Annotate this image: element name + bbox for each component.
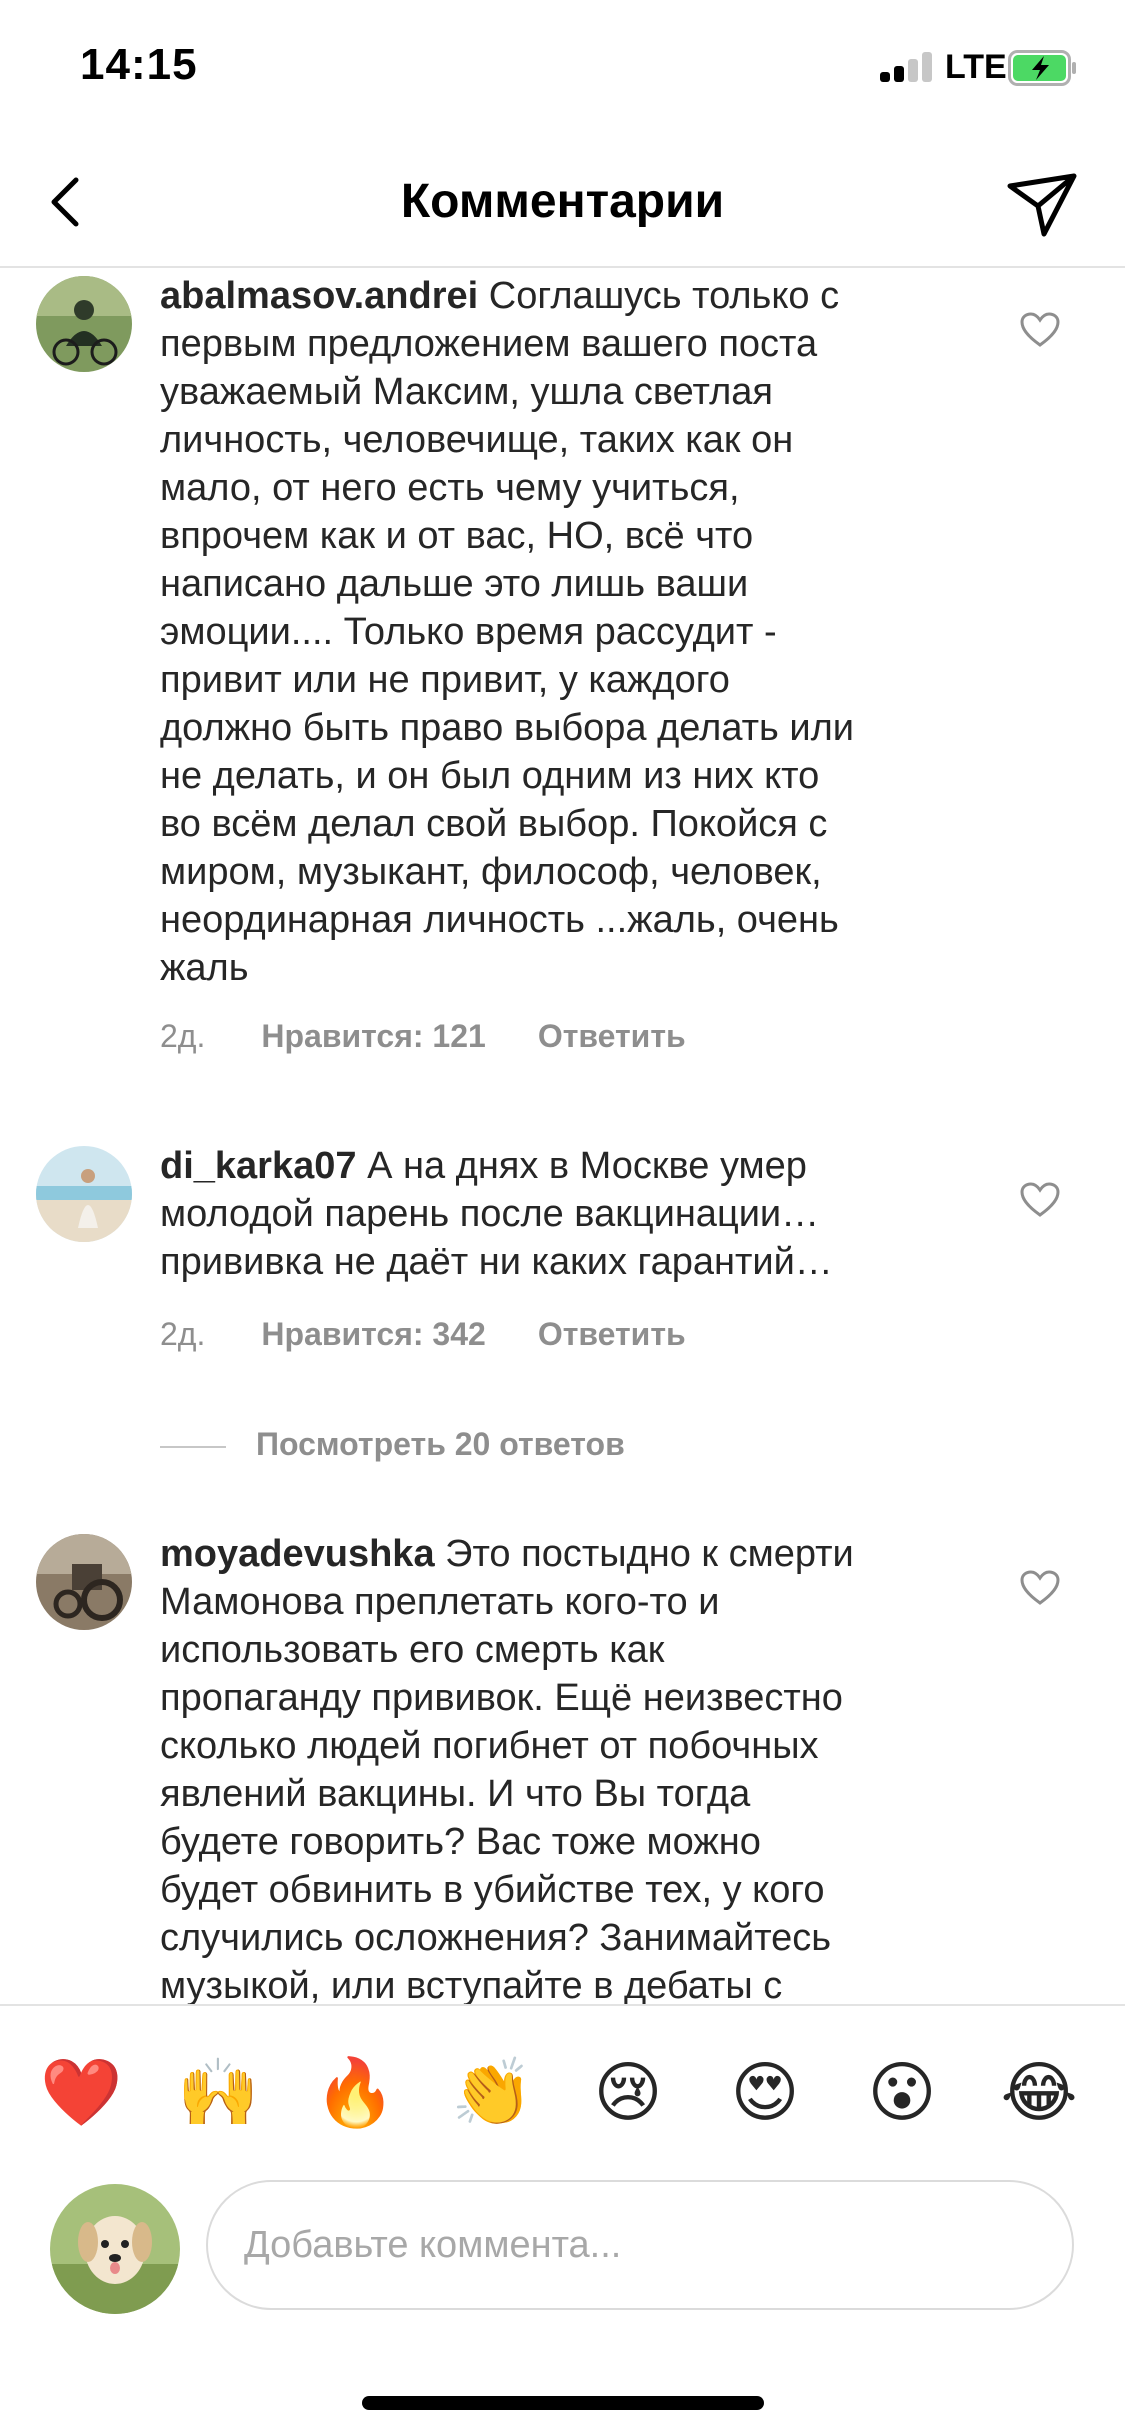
avatar-photo-tractor	[36, 1534, 132, 1630]
emoji-crying-face[interactable]: 😢	[588, 2052, 668, 2132]
comment-likes[interactable]: Нравится: 121	[261, 1018, 485, 1054]
comment-text: abalmasov.andrei Соглашусь только с перв…	[160, 272, 965, 992]
status-bar: 14:15 LTE	[0, 0, 1125, 140]
avatar-photo-puppy	[50, 2184, 180, 2314]
current-user-avatar	[50, 2184, 180, 2314]
home-indicator[interactable]	[362, 2396, 764, 2410]
comment-likes[interactable]: Нравится: 342	[261, 1316, 485, 1352]
signal-strength-icon	[880, 52, 936, 82]
heart-icon[interactable]	[1020, 1570, 1060, 1606]
comments-list: abalmasov.andrei Соглашусь только с перв…	[0, 266, 1125, 2004]
avatar-photo-beach	[36, 1146, 132, 1242]
comment-text: di_karka07 А на днях в Москве умер молод…	[160, 1142, 965, 1286]
emoji-heart[interactable]: ❤️	[40, 2052, 122, 2132]
comment-time: 2д.	[160, 1018, 206, 1054]
emoji-raised-hands[interactable]: 🙌	[177, 2052, 259, 2132]
comment-username[interactable]: di_karka07	[160, 1145, 357, 1187]
heart-icon[interactable]	[1020, 1182, 1060, 1218]
page-title: Комментарии	[400, 175, 725, 228]
comment-message: Соглашусь только с первым предложением в…	[160, 275, 855, 989]
paper-plane-icon[interactable]	[1000, 162, 1084, 246]
comment-meta: 2д. Нравится: 121 Ответить	[160, 1018, 686, 1055]
comment-message: Это постыдно к смерти Мамонова преплетат…	[160, 1533, 854, 2004]
emoji-tears-of-joy[interactable]: 😂	[999, 2052, 1079, 2132]
emoji-heart-eyes[interactable]: 😍	[725, 2052, 805, 2132]
emoji-reaction-bar: ❤️ 🙌 🔥 👏 😢 😍 😮 😂	[0, 2004, 1125, 2176]
view-replies-label: Посмотреть 20 ответов	[256, 1426, 625, 1462]
replies-divider	[160, 1445, 226, 1448]
avatar[interactable]	[36, 1534, 132, 1630]
reply-button[interactable]: Ответить	[538, 1018, 686, 1054]
avatar-photo-cyclist	[36, 276, 132, 372]
comment-composer	[0, 2174, 1125, 2324]
network-type: LTE	[945, 48, 1007, 86]
comment-text: moyadevushka Это постыдно к смерти Мамон…	[160, 1530, 965, 2004]
battery-charging-icon	[1008, 50, 1076, 86]
heart-icon[interactable]	[1020, 312, 1060, 348]
comment-meta: 2д. Нравится: 342 Ответить	[160, 1316, 686, 1353]
comment-time: 2д.	[160, 1316, 206, 1352]
comments-header: Комментарии	[0, 140, 1125, 268]
emoji-fire[interactable]: 🔥	[314, 2052, 396, 2132]
comment-username[interactable]: abalmasov.andrei	[160, 275, 478, 317]
reply-button[interactable]: Ответить	[538, 1316, 686, 1352]
emoji-clapping-hands[interactable]: 👏	[451, 2052, 533, 2132]
status-time: 14:15	[80, 40, 198, 89]
avatar[interactable]	[36, 1146, 132, 1242]
view-replies-button[interactable]: Посмотреть 20 ответов	[160, 1426, 625, 1463]
comment-input[interactable]	[206, 2180, 1074, 2310]
emoji-surprised-face[interactable]: 😮	[862, 2052, 942, 2132]
comment-username[interactable]: moyadevushka	[160, 1533, 435, 1575]
avatar[interactable]	[36, 276, 132, 372]
